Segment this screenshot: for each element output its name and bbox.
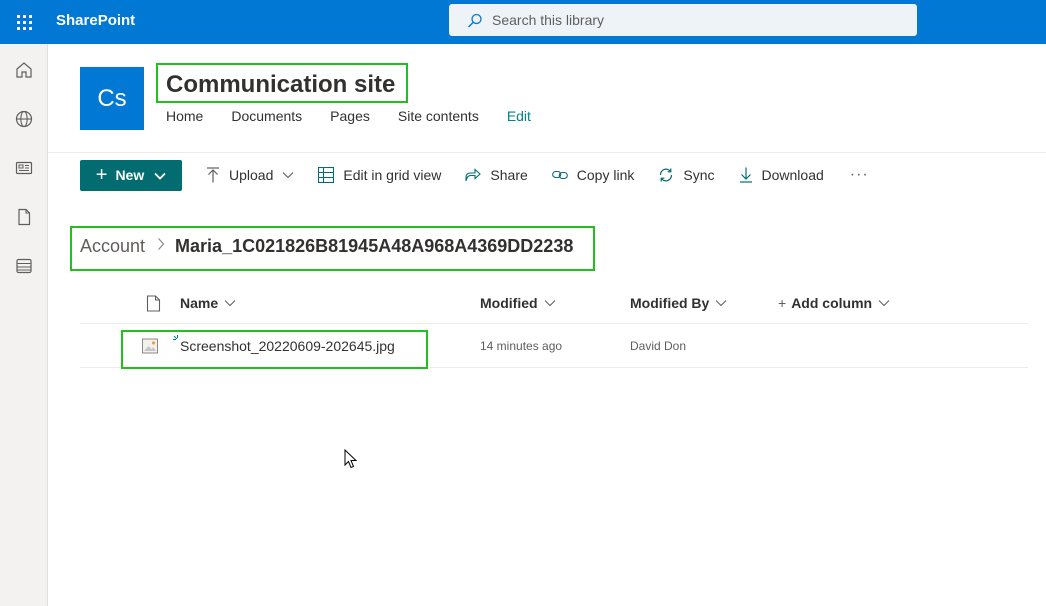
search-input[interactable] bbox=[492, 12, 892, 28]
list-icon[interactable] bbox=[12, 254, 36, 278]
chevron-down-icon bbox=[154, 167, 166, 183]
list-header: Name Modified Modified By + Add column bbox=[80, 283, 1028, 324]
site-navigation: Home Documents Pages Site contents Edit bbox=[166, 108, 559, 124]
link-icon bbox=[551, 170, 568, 180]
plus-icon: + bbox=[95, 164, 108, 186]
upload-button[interactable]: Upload bbox=[206, 167, 294, 183]
chevron-right-icon bbox=[157, 237, 165, 256]
share-label: Share bbox=[490, 167, 528, 183]
column-header-modified-label: Modified bbox=[480, 295, 538, 311]
download-button[interactable]: Download bbox=[739, 167, 824, 183]
chevron-down-icon bbox=[715, 300, 727, 307]
column-header-name-label: Name bbox=[180, 295, 219, 311]
mouse-cursor-icon bbox=[344, 448, 358, 474]
file-name-link[interactable]: Screenshot_20220609-202645.jpg bbox=[180, 338, 395, 354]
site-logo[interactable]: Cs bbox=[80, 67, 144, 130]
breadcrumb-current-folder: Maria_1C021826B81945A48A968A4369DD2238 bbox=[175, 236, 574, 256]
news-icon[interactable] bbox=[12, 156, 36, 180]
sync-label: Sync bbox=[683, 167, 715, 183]
app-launcher-icon[interactable] bbox=[0, 0, 48, 44]
grid-icon bbox=[318, 167, 335, 183]
edit-in-grid-view-button[interactable]: Edit in grid view bbox=[318, 167, 441, 183]
app-name[interactable]: SharePoint bbox=[56, 12, 135, 29]
header-divider bbox=[48, 152, 1046, 153]
breadcrumb-root[interactable]: Account bbox=[80, 236, 145, 257]
file-type-column-icon[interactable] bbox=[140, 295, 161, 312]
breadcrumb: Account Maria_1C021826B81945A48A968A4369… bbox=[80, 236, 573, 257]
column-header-modified[interactable]: Modified bbox=[480, 295, 556, 311]
nav-pages[interactable]: Pages bbox=[330, 108, 370, 124]
more-options-button[interactable]: ··· bbox=[850, 166, 869, 184]
file-modified-by[interactable]: David Don bbox=[630, 339, 686, 353]
download-icon bbox=[739, 167, 752, 183]
app-bar bbox=[0, 44, 48, 606]
new-button[interactable]: + New bbox=[80, 159, 182, 191]
column-header-modified-by[interactable]: Modified By bbox=[630, 295, 727, 311]
suite-bar: SharePoint bbox=[0, 0, 1046, 44]
upload-icon bbox=[207, 167, 219, 183]
grid-label: Edit in grid view bbox=[343, 167, 442, 183]
share-icon bbox=[465, 168, 482, 182]
new-button-label: New bbox=[115, 167, 145, 183]
share-button[interactable]: Share bbox=[465, 167, 528, 183]
search-box[interactable] bbox=[449, 4, 917, 36]
nav-documents[interactable]: Documents bbox=[231, 108, 302, 124]
column-header-modified-by-label: Modified By bbox=[630, 295, 710, 311]
column-header-name[interactable]: Name bbox=[180, 295, 236, 311]
file-icon[interactable] bbox=[12, 205, 36, 229]
file-modified: 14 minutes ago bbox=[480, 339, 563, 353]
table-row[interactable]: Screenshot_20220609-202645.jpg 14 minute… bbox=[80, 325, 1028, 368]
home-icon[interactable] bbox=[12, 58, 36, 82]
add-column-button[interactable]: + Add column bbox=[778, 295, 890, 311]
chevron-down-icon bbox=[878, 300, 890, 307]
globe-icon[interactable] bbox=[12, 107, 36, 131]
sync-icon bbox=[660, 168, 673, 182]
nav-site-contents[interactable]: Site contents bbox=[398, 108, 479, 124]
upload-label: Upload bbox=[229, 167, 274, 183]
nav-edit-link[interactable]: Edit bbox=[507, 108, 531, 124]
chevron-down-icon bbox=[544, 300, 555, 307]
image-file-icon bbox=[141, 337, 159, 360]
add-column-label: Add column bbox=[791, 295, 873, 311]
copy-link-button[interactable]: Copy link bbox=[551, 167, 635, 183]
search-icon bbox=[467, 13, 482, 28]
plus-icon: + bbox=[778, 295, 787, 311]
site-title[interactable]: Communication site bbox=[166, 71, 395, 99]
nav-home[interactable]: Home bbox=[166, 108, 203, 124]
sync-button[interactable]: Sync bbox=[658, 167, 715, 183]
chevron-down-icon bbox=[282, 172, 294, 179]
download-label: Download bbox=[761, 167, 824, 183]
command-bar: + New Upload Edit in grid view Share Cop… bbox=[80, 159, 869, 191]
chevron-down-icon bbox=[224, 300, 236, 307]
copy-link-label: Copy link bbox=[576, 167, 635, 183]
